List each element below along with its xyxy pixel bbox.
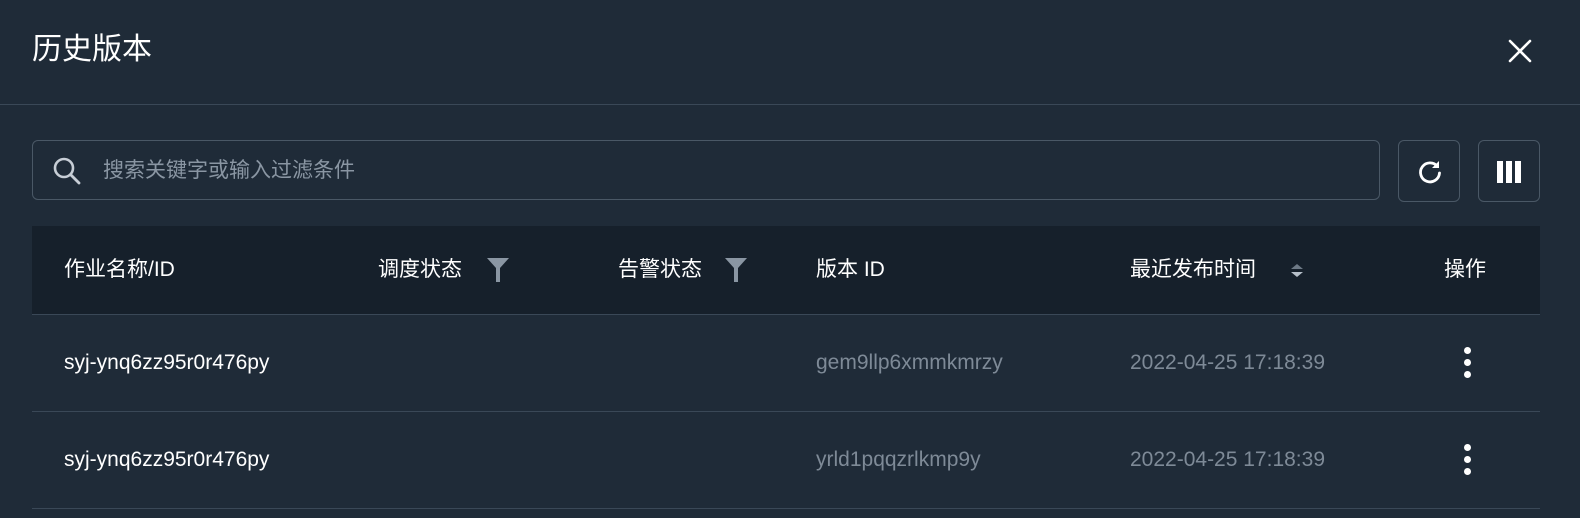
table-row: syj-ynq6zz95r0r476py yrld1pqqzrlkmp9y 20… bbox=[32, 412, 1540, 509]
version-id-cell: yrld1pqqzrlkmp9y bbox=[816, 448, 981, 471]
publish-time-cell: 2022-04-25 17:18:39 bbox=[1130, 448, 1325, 471]
job-name-cell: syj-ynq6zz95r0r476py bbox=[64, 351, 270, 374]
publish-time-cell: 2022-04-25 17:18:39 bbox=[1130, 351, 1325, 374]
sort-icon[interactable] bbox=[1288, 264, 1306, 278]
column-header-publish-time[interactable]: 最近发布时间 bbox=[1130, 255, 1256, 285]
search-icon bbox=[53, 157, 81, 185]
column-settings-button[interactable] bbox=[1478, 140, 1540, 202]
refresh-icon bbox=[1419, 161, 1441, 184]
search-input[interactable] bbox=[101, 149, 1365, 193]
filter-icon[interactable] bbox=[486, 257, 510, 283]
column-header-schedule-status: 调度状态 bbox=[378, 258, 462, 281]
dialog-header: 历史版本 bbox=[0, 0, 1580, 105]
column-header-name: 作业名称/ID bbox=[64, 258, 175, 281]
table-header: 作业名称/ID 调度状态 告警状态 版本 ID 最近发布时间 操作 bbox=[32, 226, 1540, 315]
more-actions-button[interactable] bbox=[1452, 343, 1484, 383]
version-id-cell: gem9llp6xmmkmrzy bbox=[816, 351, 1003, 374]
refresh-button[interactable] bbox=[1398, 140, 1460, 202]
column-header-version-id: 版本 ID bbox=[816, 258, 885, 281]
job-name-cell: syj-ynq6zz95r0r476py bbox=[64, 448, 270, 471]
table-row: syj-ynq6zz95r0r476py gem9llp6xmmkmrzy 20… bbox=[32, 315, 1540, 412]
column-header-alarm-status: 告警状态 bbox=[618, 258, 702, 281]
search-box[interactable] bbox=[32, 140, 1380, 200]
dialog-title: 历史版本 bbox=[32, 33, 152, 66]
more-actions-button[interactable] bbox=[1452, 440, 1484, 480]
close-icon bbox=[1508, 39, 1532, 63]
close-button[interactable] bbox=[1500, 31, 1540, 71]
column-header-actions: 操作 bbox=[1444, 258, 1486, 281]
columns-icon bbox=[1497, 161, 1521, 183]
filter-icon[interactable] bbox=[724, 257, 748, 283]
